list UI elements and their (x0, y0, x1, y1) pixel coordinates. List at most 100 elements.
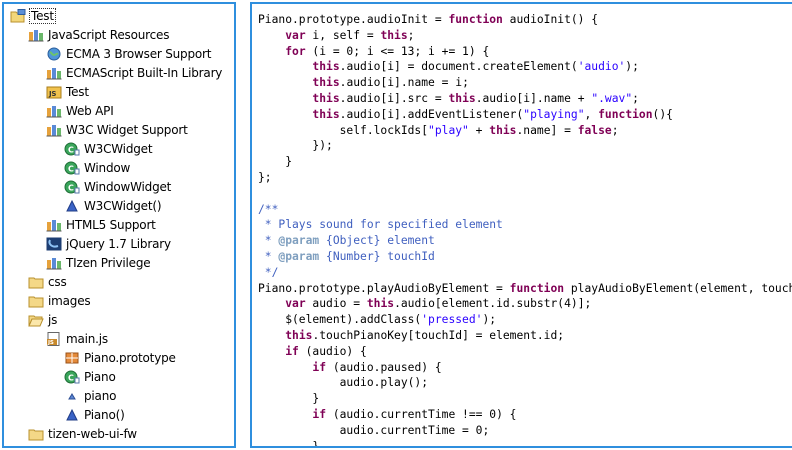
library-icon (46, 104, 62, 118)
tree-item[interactable]: HTML5 Support (4, 215, 234, 234)
tree-item[interactable]: W3CWidget() (4, 196, 234, 215)
code-token: } (258, 155, 293, 169)
code-token: if (312, 360, 327, 374)
code-line: audio.currentTime = 0; (258, 423, 792, 439)
tree-item-label: TIzen Privilege (66, 255, 151, 270)
code-token: Piano.prototype.audioInit = (258, 13, 449, 26)
code-line: } (258, 154, 792, 170)
code-line: this.audio[i] = document.createElement('… (258, 59, 792, 75)
function-icon (64, 199, 80, 213)
tree-item-label: W3CWidget() (84, 198, 162, 213)
tree-item-label: css (48, 274, 67, 289)
code-token: self.lockIds[ (258, 123, 429, 137)
code-token: this (312, 76, 340, 90)
tree-item[interactable]: C WindowWidget (4, 177, 234, 196)
tree-item-label: Piano() (84, 407, 125, 422)
code-token: .audio[i].src = (339, 91, 449, 105)
code-editor-panel[interactable]: Piano.prototype.audioInit = function aud… (250, 2, 792, 448)
class-icon: C (64, 180, 80, 194)
tree-item[interactable]: css (4, 272, 234, 291)
code-token: .audio[i] = document.createElement( (339, 60, 578, 74)
code-token: (audio) { (298, 344, 367, 358)
code-token: * Plays sound for specified element (258, 218, 503, 232)
tree-item[interactable]: TIzen Privilege (4, 253, 234, 272)
tree-item[interactable]: Test (4, 6, 234, 25)
code-token: 'audio' (577, 60, 626, 74)
code-line: for (i = 0; i <= 13; i += 1) { (258, 44, 792, 60)
code-editor-text[interactable]: Piano.prototype.audioInit = function aud… (258, 12, 792, 448)
code-token: ; (611, 123, 619, 137)
code-token: } (258, 439, 320, 448)
code-token: this (489, 123, 517, 137)
code-token: (audio.paused) { (326, 360, 442, 374)
code-line: var audio = this.audio[element.id.substr… (258, 296, 792, 312)
code-line: Piano.prototype.playAudioByElement = fun… (258, 281, 792, 297)
svg-text:C: C (68, 145, 74, 154)
function-icon (64, 408, 80, 422)
code-token: for (285, 44, 306, 58)
code-line: this.touchPianoKey[touchId] = element.id… (258, 328, 792, 344)
tree-item-label: Test (29, 7, 56, 24)
code-token: ".wav" (591, 91, 633, 105)
tree-item[interactable]: JS Test (4, 82, 234, 101)
tree-item[interactable]: jQuery 1.7 Library (4, 234, 234, 253)
code-line: }; (258, 170, 792, 186)
tree-item[interactable]: C W3CWidget (4, 139, 234, 158)
tree-item[interactable]: js (4, 310, 234, 329)
tree-item[interactable]: Piano.prototype (4, 348, 234, 367)
code-token: this (312, 60, 340, 74)
code-line: if (audio.paused) { (258, 360, 792, 376)
tree-item[interactable]: piano (4, 386, 234, 405)
jquery-icon (46, 237, 62, 251)
tree-item[interactable]: ECMA 3 Browser Support (4, 44, 234, 63)
tree-item[interactable]: JavaScript Resources (4, 25, 234, 44)
tree-item-label: W3C Widget Support (66, 122, 188, 137)
code-token: $(element).addClass( (258, 313, 422, 327)
tree-item-label: images (48, 293, 91, 308)
tree-item-label: Test (66, 84, 89, 99)
code-token: audio.currentTime = 0; (258, 423, 490, 437)
code-token: }); (258, 139, 333, 153)
code-token: "play" (428, 123, 469, 137)
code-token: 'pressed' (421, 313, 483, 327)
code-line: * @param {Object} element (258, 233, 792, 249)
tree-item-label: Piano.prototype (84, 350, 176, 365)
code-token: this (285, 328, 313, 342)
code-token: if (285, 344, 299, 358)
code-token: playAudioByElement(element, touchId) { (570, 281, 792, 295)
tree-item[interactable]: JS main.js (4, 329, 234, 348)
code-token: false (577, 123, 612, 137)
tree-item-label: WindowWidget (84, 179, 172, 194)
tree-item[interactable]: images (4, 291, 234, 310)
code-token: this (380, 28, 408, 42)
code-token: this (366, 297, 395, 311)
code-token: /** (258, 202, 279, 216)
tree-item[interactable]: tizen-web-ui-fw (4, 424, 234, 443)
code-token: i, self = (305, 28, 381, 42)
folder-open-icon (28, 313, 44, 327)
tree-item[interactable]: C Window (4, 158, 234, 177)
field-icon (64, 389, 80, 403)
code-line: /** (258, 202, 792, 218)
code-token: if (312, 407, 327, 421)
tree-item-label: Window (84, 160, 131, 175)
code-line: } (258, 391, 792, 407)
tree-item-label: W3CWidget (84, 141, 153, 156)
tree-item[interactable]: C Piano (4, 367, 234, 386)
code-token: function (598, 107, 653, 121)
code-token: , (584, 107, 599, 121)
code-token: */ (258, 265, 279, 279)
code-token: function (448, 13, 503, 26)
code-token: .touchPianoKey[touchId] = element.id; (312, 328, 565, 342)
tree-item[interactable]: W3C Widget Support (4, 120, 234, 139)
tree-item[interactable]: Web API (4, 101, 234, 120)
code-line: } (258, 439, 792, 448)
tree-item[interactable]: ECMAScript Built-In Library (4, 63, 234, 82)
tree-item[interactable]: Piano() (4, 405, 234, 424)
prototype-icon (64, 351, 80, 365)
code-token: } (258, 392, 320, 406)
